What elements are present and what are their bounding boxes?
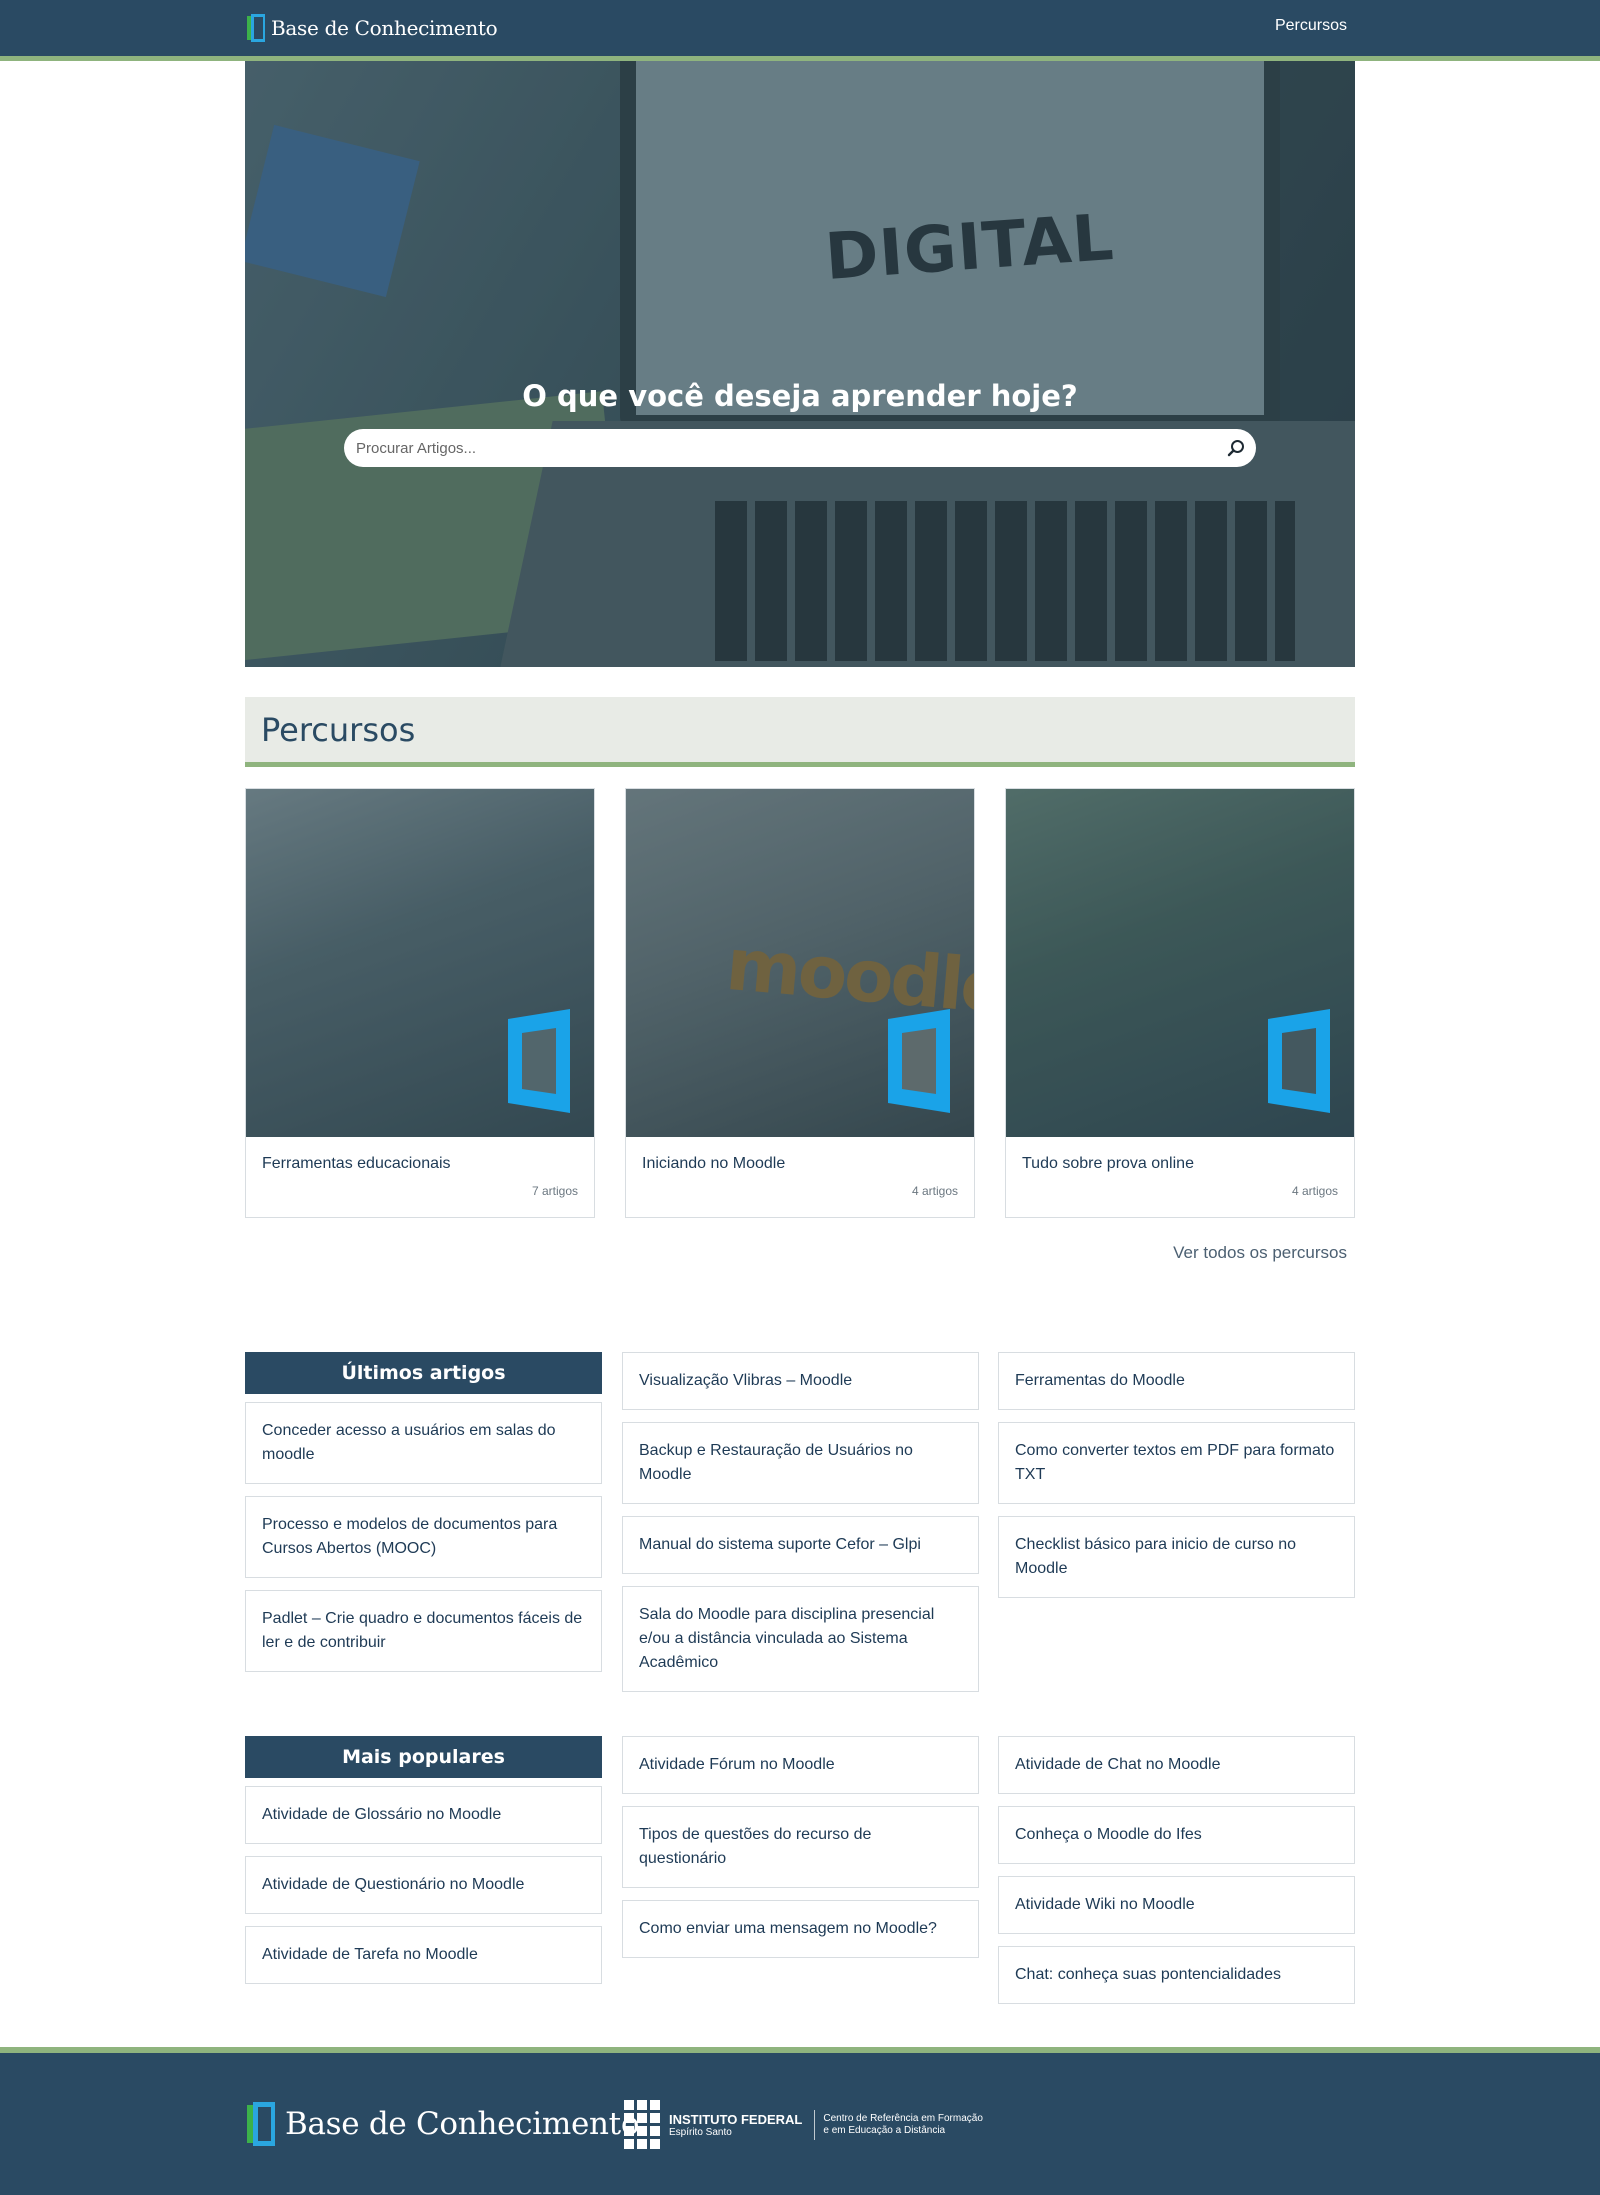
institute-name: INSTITUTO FEDERAL (669, 2111, 803, 2127)
center-name-line1: Centro de Referência em Formação (823, 2112, 983, 2124)
article-link[interactable]: Atividade Wiki no Moodle (998, 1876, 1355, 1934)
percursos-heading: Percursos (261, 711, 416, 749)
footer-site-title: Base de Conhecimento (285, 2106, 640, 2142)
article-link[interactable]: Atividade de Tarefa no Moodle (245, 1926, 602, 1984)
footer-logo[interactable]: Base de Conhecimento (247, 2102, 639, 2146)
percurso-card-title[interactable]: Iniciando no Moodle (642, 1155, 785, 1173)
book-logo-icon (247, 14, 269, 42)
article-link[interactable]: Manual do sistema suporte Cefor – Glpi (622, 1516, 979, 1574)
percurso-card-count: 4 artigos (1291, 1184, 1338, 1198)
percurso-card-image (246, 789, 594, 1137)
percurso-card-image (1006, 789, 1354, 1137)
search-bar (344, 429, 1256, 467)
site-logo[interactable]: Base de Conhecimento (247, 13, 498, 43)
see-all-percursos-link[interactable]: Ver todos os percursos (1173, 1243, 1347, 1263)
article-link[interactable]: Atividade de Glossário no Moodle (245, 1786, 602, 1844)
site-footer: Base de Conhecimento INSTITUTO FEDERAL E… (0, 2053, 1600, 2195)
institute-grid-icon (624, 2100, 660, 2149)
site-title: Base de Conhecimento (271, 16, 498, 40)
article-link[interactable]: Conheça o Moodle do Ifes (998, 1806, 1355, 1864)
article-link[interactable]: Tipos de questões do recurso de question… (622, 1806, 979, 1888)
article-link[interactable]: Visualização Vlibras – Moodle (622, 1352, 979, 1410)
percurso-card-image: moodle (626, 789, 974, 1137)
center-name-line2: e em Educação a Distância (823, 2124, 946, 2136)
hero-title: O que você deseja aprender hoje? (522, 379, 1078, 413)
percurso-card-count: 4 artigos (911, 1184, 958, 1198)
hero-banner: DIGITAL O que você deseja aprender hoje? (245, 61, 1355, 667)
article-link[interactable]: Checklist básico para inicio de curso no… (998, 1516, 1355, 1598)
course-logo-icon (1268, 1009, 1330, 1113)
search-input[interactable] (356, 429, 1196, 467)
percurso-card-count: 7 artigos (531, 1184, 578, 1198)
latest-articles-label: Últimos artigos (245, 1352, 602, 1394)
percurso-card[interactable]: Tudo sobre prova online 4 artigos (1005, 788, 1355, 1218)
nav-percursos-link[interactable]: Percursos (1275, 17, 1347, 35)
article-link[interactable]: Ferramentas do Moodle (998, 1352, 1355, 1410)
popular-articles-label: Mais populares (245, 1736, 602, 1778)
article-link[interactable]: Como enviar uma mensagem no Moodle? (622, 1900, 979, 1958)
percurso-card-title[interactable]: Ferramentas educacionais (262, 1155, 451, 1173)
search-icon[interactable] (1226, 438, 1246, 458)
percursos-section-header: Percursos (245, 697, 1355, 767)
article-link[interactable]: Sala do Moodle para disciplina presencia… (622, 1586, 979, 1692)
article-link[interactable]: Atividade de Questionário no Moodle (245, 1856, 602, 1914)
book-logo-icon (247, 2102, 283, 2146)
article-link[interactable]: Como converter textos em PDF para format… (998, 1422, 1355, 1504)
institute-campus: Espírito Santo (669, 2126, 732, 2138)
course-logo-icon (888, 1009, 950, 1113)
article-link[interactable]: Processo e modelos de documentos para Cu… (245, 1496, 602, 1578)
article-link[interactable]: Padlet – Crie quadro e documentos fáceis… (245, 1590, 602, 1672)
article-link[interactable]: Conceder acesso a usuários em salas do m… (245, 1402, 602, 1484)
percurso-card-title[interactable]: Tudo sobre prova online (1022, 1155, 1194, 1173)
top-navbar: Base de Conhecimento Percursos (0, 0, 1600, 56)
article-link[interactable]: Atividade Fórum no Moodle (622, 1736, 979, 1794)
percurso-card[interactable]: moodle Iniciando no Moodle 4 artigos (625, 788, 975, 1218)
percurso-card[interactable]: Ferramentas educacionais 7 artigos (245, 788, 595, 1218)
article-link[interactable]: Backup e Restauração de Usuários no Mood… (622, 1422, 979, 1504)
course-logo-icon (508, 1009, 570, 1113)
article-link[interactable]: Atividade de Chat no Moodle (998, 1736, 1355, 1794)
institute-logo: INSTITUTO FEDERAL Espírito Santo Centro … (624, 2100, 983, 2149)
article-link[interactable]: Chat: conheça suas pontencialidades (998, 1946, 1355, 2004)
